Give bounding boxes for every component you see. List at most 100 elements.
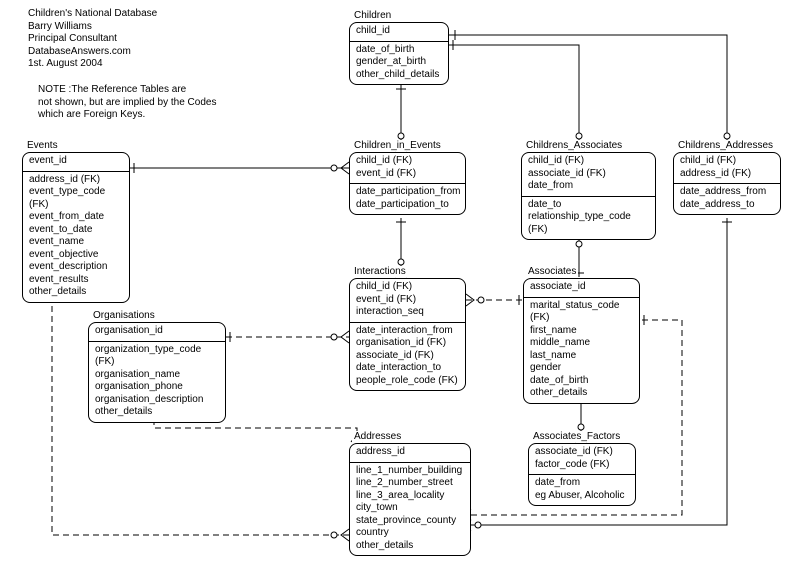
entity-pk: child_id (FK) event_id (FK) — [350, 153, 465, 184]
entity-attrs: date_address_from date_address_to — [674, 184, 780, 214]
attr: child_id (FK) — [528, 155, 649, 168]
entity-title: Events — [25, 140, 60, 151]
attr: line_3_area_locality — [356, 490, 464, 503]
entity-organisations: Organisations organisation_id organizati… — [88, 322, 226, 423]
attr: other_details — [29, 286, 123, 299]
attr: event_objective — [29, 249, 123, 262]
entity-addresses: Addresses address_id line_1_number_build… — [349, 443, 471, 556]
entity-attrs: address_id (FK) event_type_code (FK) eve… — [23, 172, 129, 302]
entity-interactions: Interactions child_id (FK) event_id (FK)… — [349, 278, 466, 391]
entity-title: Organisations — [91, 310, 157, 321]
attr: country — [356, 527, 464, 540]
attr: date_address_from — [680, 186, 774, 199]
diagram-meta: Children's National Database Barry Willi… — [28, 8, 157, 71]
attr: people_role_code (FK) — [356, 375, 459, 388]
attr: date_of_birth — [530, 375, 633, 388]
note-line: NOTE :The Reference Tables are — [38, 84, 216, 97]
meta-line: 1st. August 2004 — [28, 58, 157, 71]
attr: organisation_phone — [95, 381, 219, 394]
attr: state_province_county — [356, 515, 464, 528]
note-line: which are Foreign Keys. — [38, 109, 216, 122]
attr: child_id (FK) — [680, 155, 774, 168]
attr: event_id (FK) — [356, 294, 459, 307]
entity-pk: child_id (FK) event_id (FK) interaction_… — [350, 279, 465, 323]
attr: event_from_date — [29, 211, 123, 224]
attr: associate_id (FK) — [535, 446, 629, 459]
attr: date_interaction_to — [356, 362, 459, 375]
entity-title: Addresses — [352, 431, 403, 442]
attr: line_1_number_building — [356, 465, 464, 478]
entity-pk: associate_id (FK) factor_code (FK) — [529, 444, 635, 475]
entity-attrs: marital_status_code (FK) first_name midd… — [524, 298, 639, 403]
entity-title: Children — [352, 10, 393, 21]
meta-line: Barry Williams — [28, 21, 157, 34]
entity-attrs: date_from eg Abuser, Alcoholic — [529, 475, 635, 505]
attr: event_id — [29, 155, 123, 168]
entity-title: Children_in_Events — [352, 140, 443, 151]
entity-associates-factors: Associates_Factors associate_id (FK) fac… — [528, 443, 636, 506]
attr: organisation_id — [95, 325, 219, 338]
meta-line: Children's National Database — [28, 8, 157, 21]
entity-title: Childrens_Addresses — [676, 140, 775, 151]
attr: last_name — [530, 350, 633, 363]
entity-attrs: date_to relationship_type_code (FK) — [522, 197, 655, 240]
attr: eg Abuser, Alcoholic — [535, 490, 629, 503]
attr: associate_id (FK) — [356, 350, 459, 363]
entity-title: Interactions — [352, 266, 408, 277]
attr: gender — [530, 362, 633, 375]
attr: date_participation_to — [356, 199, 459, 212]
entity-childrens-associates: Childrens_Associates child_id (FK) assoc… — [521, 152, 656, 240]
entity-title: Associates — [526, 266, 578, 277]
entity-pk: child_id — [350, 23, 448, 42]
entity-pk: address_id — [350, 444, 470, 463]
attr: date_of_birth — [356, 44, 442, 57]
entity-title: Associates_Factors — [531, 431, 622, 442]
entity-attrs: date_of_birth gender_at_birth other_chil… — [350, 42, 448, 85]
attr: organisation_description — [95, 394, 219, 407]
attr: middle_name — [530, 337, 633, 350]
entity-pk: event_id — [23, 153, 129, 172]
attr: date_interaction_from — [356, 325, 459, 338]
attr: organisation_name — [95, 369, 219, 382]
entity-events: Events event_id address_id (FK) event_ty… — [22, 152, 130, 303]
entity-attrs: organization_type_code (FK) organisation… — [89, 342, 225, 422]
attr: address_id — [356, 446, 464, 459]
entity-attrs: line_1_number_building line_2_number_str… — [350, 463, 470, 556]
entity-associates: Associates associate_id marital_status_c… — [523, 278, 640, 404]
attr: child_id (FK) — [356, 155, 459, 168]
meta-line: DatabaseAnswers.com — [28, 46, 157, 59]
entity-attrs: date_participation_from date_participati… — [350, 184, 465, 214]
entity-children: Children child_id date_of_birth gender_a… — [349, 22, 449, 85]
attr: address_id (FK) — [680, 168, 774, 181]
attr: child_id — [356, 25, 442, 38]
attr: line_2_number_street — [356, 477, 464, 490]
attr: event_id (FK) — [356, 168, 459, 181]
attr: associate_id — [530, 281, 633, 294]
attr: factor_code (FK) — [535, 459, 629, 472]
attr: relationship_type_code (FK) — [528, 211, 649, 236]
entity-pk: associate_id — [524, 279, 639, 298]
attr: child_id (FK) — [356, 281, 459, 294]
attr: first_name — [530, 325, 633, 338]
attr: gender_at_birth — [356, 56, 442, 69]
entity-pk: child_id (FK) address_id (FK) — [674, 153, 780, 184]
attr: date_from — [535, 477, 629, 490]
attr: other_details — [95, 406, 219, 419]
attr: date_to — [528, 199, 649, 212]
attr: event_to_date — [29, 224, 123, 237]
entity-children-in-events: Children_in_Events child_id (FK) event_i… — [349, 152, 466, 215]
attr: other_child_details — [356, 69, 442, 82]
attr: event_type_code (FK) — [29, 186, 123, 211]
attr: date_participation_from — [356, 186, 459, 199]
attr: address_id (FK) — [29, 174, 123, 187]
attr: associate_id (FK) — [528, 168, 649, 181]
entity-pk: child_id (FK) associate_id (FK) date_fro… — [522, 153, 655, 197]
attr: date_address_to — [680, 199, 774, 212]
attr: event_results — [29, 274, 123, 287]
attr: other_details — [356, 540, 464, 553]
attr: other_details — [530, 387, 633, 400]
attr: organization_type_code (FK) — [95, 344, 219, 369]
attr: event_description — [29, 261, 123, 274]
attr: date_from — [528, 180, 649, 193]
entity-attrs: date_interaction_from organisation_id (F… — [350, 323, 465, 391]
